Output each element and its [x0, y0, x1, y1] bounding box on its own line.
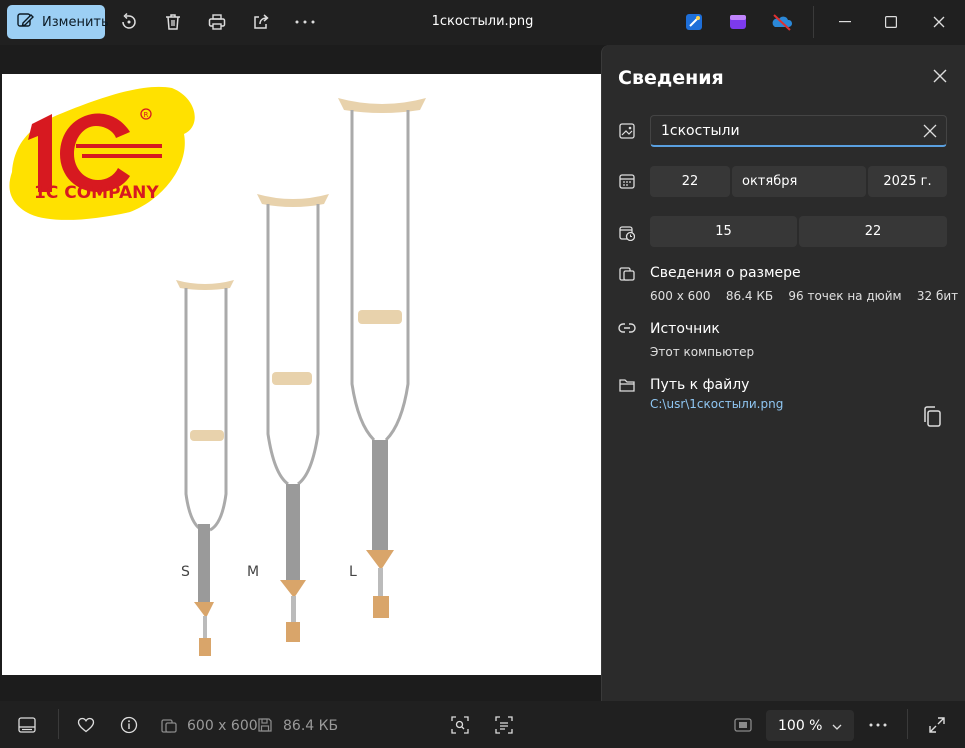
- window-controls-divider: [813, 6, 814, 38]
- svg-text:R: R: [144, 111, 149, 119]
- file-title: 1скостыли.png: [431, 14, 534, 29]
- date-year-field[interactable]: 2025 г.: [868, 166, 947, 197]
- bottom-divider-left: [58, 709, 59, 739]
- bottom-dimensions: 600 x 600: [187, 718, 258, 734]
- minimize-icon[interactable]: [834, 11, 856, 33]
- size-details: 600 x 600 86.4 КБ 96 точек на дюйм 32 би…: [650, 289, 958, 303]
- size-section-title: Сведения о размере: [650, 265, 801, 281]
- file-name-value: 1скостыли: [661, 122, 740, 139]
- file-name-input[interactable]: 1скостыли: [650, 115, 947, 147]
- crutch-large: [338, 98, 426, 618]
- share-icon[interactable]: [250, 11, 272, 33]
- calendar-icon: [618, 172, 636, 190]
- close-window-icon[interactable]: [928, 11, 950, 33]
- image-dpi: 96 точек на дюйм: [788, 289, 902, 303]
- more-bottom-icon[interactable]: [868, 715, 888, 735]
- zoom-value: 100 %: [778, 717, 823, 734]
- designer-app-icon[interactable]: [683, 11, 705, 33]
- close-panel-icon[interactable]: [932, 68, 948, 84]
- bottom-file-size: 86.4 КБ: [283, 718, 339, 734]
- image-viewer[interactable]: R 1C COMPANY S M L: [0, 45, 601, 700]
- path-section-title: Путь к файлу: [650, 377, 750, 393]
- image-file-size: 86.4 КБ: [725, 289, 774, 303]
- fullscreen-icon[interactable]: [927, 715, 947, 735]
- maximize-icon[interactable]: [880, 11, 902, 33]
- chevron-down-icon: [832, 720, 842, 730]
- delete-icon[interactable]: [162, 11, 184, 33]
- link-icon: [618, 319, 636, 337]
- bottom-toolbar: 600 x 600 86.4 КБ 100 %: [0, 701, 965, 748]
- image-size-icon: [618, 264, 636, 282]
- time-minute-value: 22: [864, 224, 882, 239]
- edit-button[interactable]: Изменить: [7, 5, 109, 39]
- filmstrip-icon[interactable]: [17, 715, 37, 735]
- copy-path-icon[interactable]: [922, 406, 942, 428]
- image-file-icon: [618, 122, 636, 140]
- source-section-title: Источник: [650, 321, 720, 337]
- date-month-field[interactable]: октября: [732, 166, 866, 197]
- date-month-value: октября: [742, 174, 798, 189]
- size-label-m: M: [247, 564, 259, 580]
- image-bit-depth: 32 бит: [916, 289, 959, 303]
- source-value: Этот компьютер: [650, 345, 755, 359]
- date-day-field[interactable]: 22: [650, 166, 730, 197]
- clipchamp-app-icon[interactable]: [727, 11, 749, 33]
- time-hour-field[interactable]: 15: [650, 216, 797, 247]
- size-label-s: S: [181, 564, 190, 580]
- edit-button-label: Изменить: [42, 14, 109, 30]
- crutch-medium: [257, 194, 329, 642]
- scan-text-icon[interactable]: [494, 715, 514, 735]
- onedrive-icon[interactable]: [771, 11, 793, 33]
- crutch-small: [176, 280, 234, 656]
- visual-search-icon[interactable]: [450, 715, 470, 735]
- displayed-image: R 1C COMPANY S M L: [2, 74, 601, 675]
- time-hour-value: 15: [715, 224, 732, 239]
- panel-title: Сведения: [618, 67, 724, 89]
- date-year-value: 2025 г.: [883, 174, 932, 189]
- dimensions-icon: [159, 715, 179, 735]
- zoom-dropdown[interactable]: 100 %: [766, 710, 854, 741]
- print-icon[interactable]: [206, 11, 228, 33]
- info-icon[interactable]: [119, 715, 139, 735]
- bottom-divider-right: [907, 709, 908, 739]
- image-dimensions: 600 x 600: [650, 289, 711, 303]
- time-icon: [618, 224, 636, 242]
- file-title-container: 1скостыли.png: [0, 14, 965, 29]
- file-size-icon: [255, 715, 275, 735]
- favorite-heart-icon[interactable]: [76, 715, 96, 735]
- date-day-value: 22: [681, 174, 699, 189]
- top-toolbar: Изменить 1скостыли.png: [0, 0, 965, 45]
- brand-logo-text: 1C COMPANY: [34, 183, 159, 203]
- more-options-icon[interactable]: [294, 11, 316, 33]
- actual-size-icon[interactable]: [733, 715, 753, 735]
- rotate-icon[interactable]: [118, 11, 140, 33]
- folder-icon: [618, 376, 636, 394]
- file-path-link[interactable]: C:\usr\1скостыли.png: [650, 397, 783, 411]
- time-minute-field[interactable]: 22: [799, 216, 947, 247]
- info-panel: Сведения 1скостыли 22 октября 2025 г. 15…: [601, 45, 965, 701]
- clear-name-icon[interactable]: [923, 124, 937, 138]
- brand-logo: R 1C COMPANY: [9, 86, 195, 220]
- size-label-l: L: [349, 564, 357, 580]
- edit-image-icon: [16, 11, 34, 33]
